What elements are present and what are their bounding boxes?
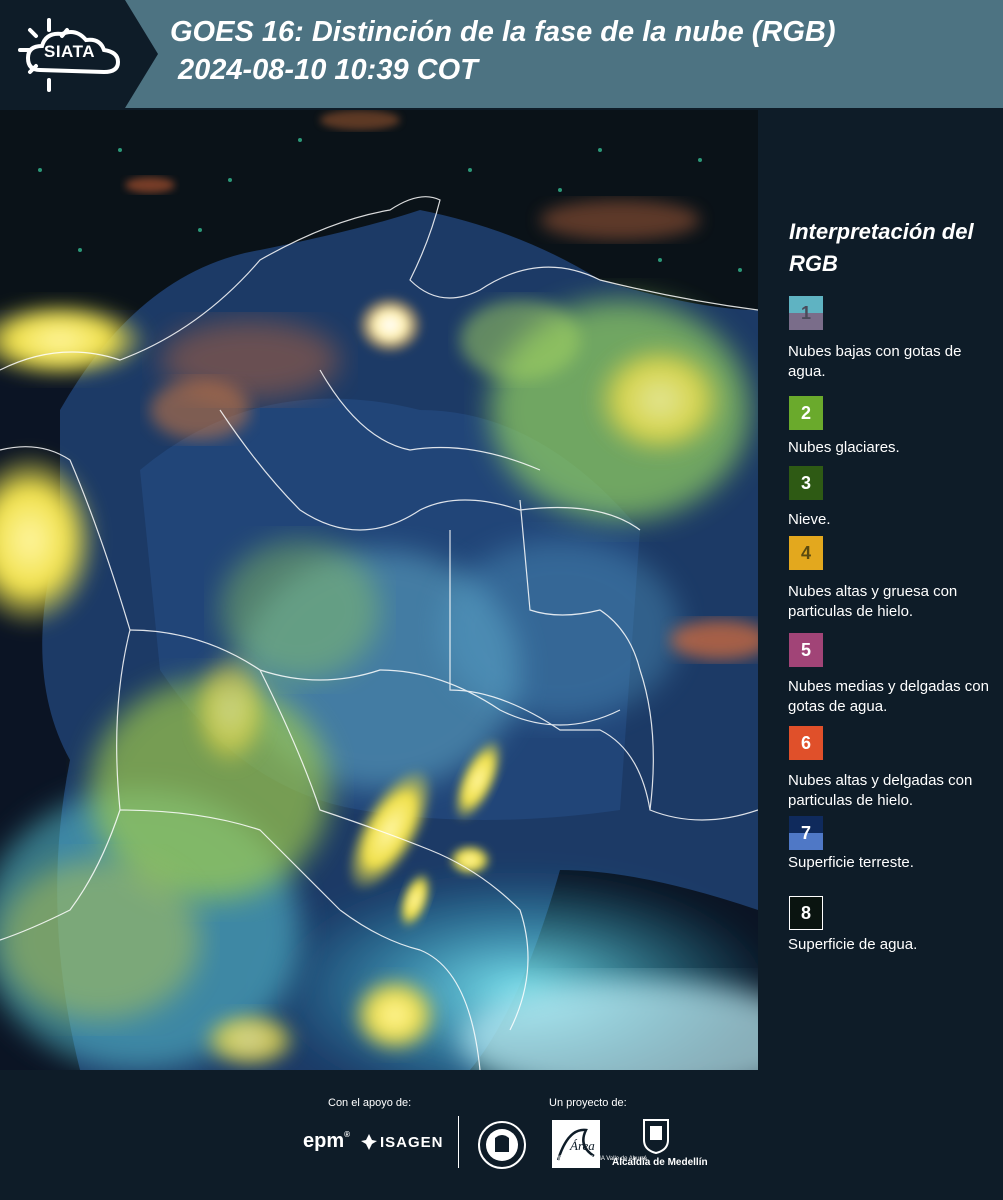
page-timestamp: 2024-08-10 10:39 COT bbox=[178, 54, 478, 86]
legend-swatch-5: 5 bbox=[789, 633, 823, 667]
siata-logo: SIATA bbox=[0, 0, 158, 108]
legend-title: Interpretación del RGB bbox=[789, 219, 974, 276]
legend-number-7: 7 bbox=[800, 822, 811, 843]
legend-label-5: Nubes medias y delgadas con gotas de agu… bbox=[788, 678, 989, 715]
epm-logo-text: epm bbox=[303, 1130, 345, 1152]
legend-label-6: Nubes altas y delgadas con particulas de… bbox=[788, 772, 973, 809]
legend-number-3: 3 bbox=[800, 472, 811, 493]
legend-number-8: 8 bbox=[800, 902, 811, 923]
footer-divider bbox=[458, 1116, 459, 1168]
legend-swatch-7: 7 bbox=[789, 816, 823, 850]
legend-number-1: 1 bbox=[800, 302, 811, 323]
legend-label-4: Nubes altas y gruesa con particulas de h… bbox=[788, 583, 958, 620]
isagen-logo-text: ISAGEN bbox=[380, 1134, 444, 1151]
legend-label-3: Nieve. bbox=[788, 511, 831, 528]
legend-swatch-2: 2 bbox=[789, 396, 823, 430]
legend-number-2: 2 bbox=[800, 402, 811, 423]
area-logo-text: Área bbox=[569, 1138, 595, 1153]
legend-swatch-3: 3 bbox=[789, 466, 823, 500]
seal-logo bbox=[478, 1121, 526, 1169]
page-title: GOES 16: Distinción de la fase de la nub… bbox=[170, 16, 836, 48]
alcaldia-shield-icon bbox=[643, 1119, 669, 1154]
legend-swatch-1: 1 bbox=[789, 296, 823, 330]
epm-logo: epm® bbox=[303, 1130, 351, 1152]
support-caption: Con el apoyo de: bbox=[328, 1097, 412, 1109]
footer: Con el apoyo de: Un proyecto de: epm® IS… bbox=[0, 1070, 1003, 1200]
alcaldia-label: Alcaldía de Medellín bbox=[612, 1157, 708, 1168]
project-caption: Un proyecto de: bbox=[549, 1097, 627, 1109]
legend-label-2: Nubes glaciares. bbox=[788, 439, 900, 456]
legend-swatch-4: 4 bbox=[789, 536, 823, 570]
satellite-map[interactable] bbox=[0, 110, 758, 1070]
legend-swatch-6: 6 bbox=[789, 726, 823, 760]
legend-swatch-8: 8 bbox=[789, 896, 823, 930]
legend-label-7: Superficie terreste. bbox=[788, 854, 914, 871]
rgb-legend: Interpretación del RGB 1 Nubes bajas con … bbox=[760, 110, 1003, 1070]
siata-logo-text: SIATA bbox=[44, 42, 95, 61]
legend-number-4: 4 bbox=[800, 542, 811, 563]
legend-number-5: 5 bbox=[800, 639, 811, 660]
legend-label-1: Nubes bajas con gotas de agua. bbox=[788, 343, 962, 380]
legend-number-6: 6 bbox=[800, 732, 811, 753]
legend-label-8: Superficie de agua. bbox=[788, 936, 918, 953]
header-bar: SIATA GOES 16: Distinción de la fase de … bbox=[0, 0, 1003, 108]
isagen-icon bbox=[361, 1134, 377, 1150]
